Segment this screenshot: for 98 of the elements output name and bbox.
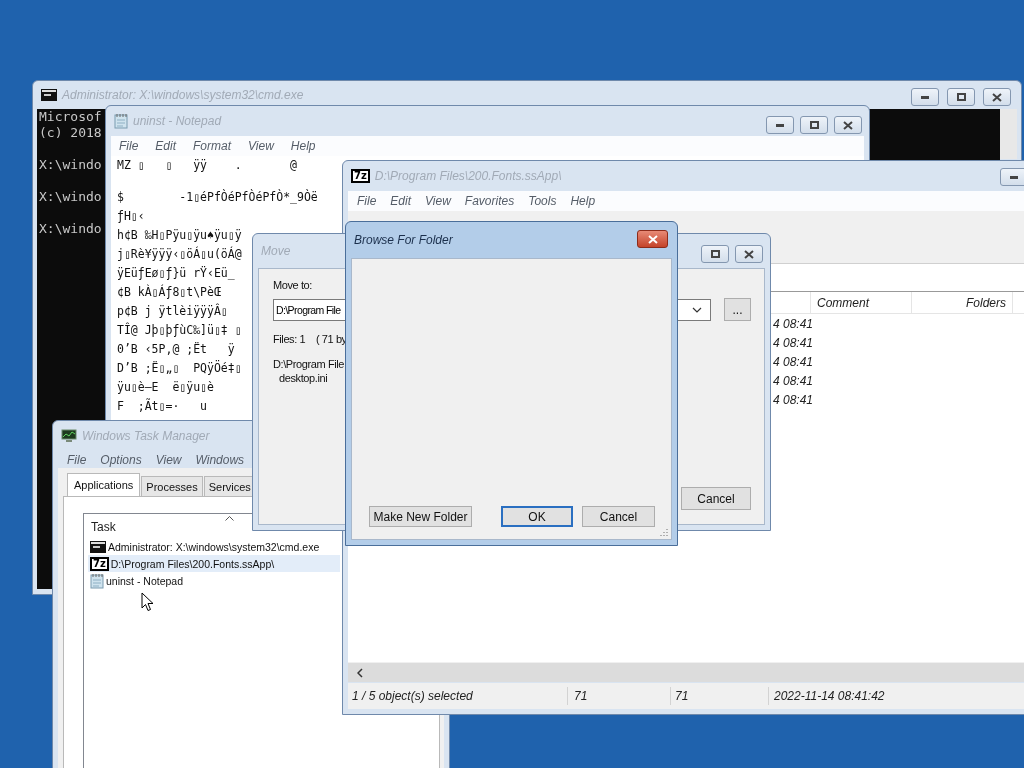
notepad-icon xyxy=(114,113,128,129)
close-button[interactable] xyxy=(637,230,668,248)
column-header[interactable]: Task xyxy=(91,518,116,534)
task-row[interactable]: 7z D:\Program Files\200.Fonts.ssApp\ xyxy=(88,555,340,572)
minimize-icon xyxy=(921,95,929,99)
table-cell: 4 08:41 xyxy=(773,335,814,350)
resize-grip-icon xyxy=(660,528,668,536)
table-cell: 4 08:41 xyxy=(773,354,814,369)
text-line: 0’B ‹5P,@ ;Ët ÿ xyxy=(117,341,235,358)
status-text: 2022-11-14 08:41:42 xyxy=(768,687,885,705)
text-line: D’B ;Ë▯„▯ PQÿÖé‡▯ xyxy=(117,359,242,377)
app-logo: 7z xyxy=(90,556,109,571)
text-line: h¢B ‰H▯Pÿu▯ÿu♠ÿu▯ÿ xyxy=(117,227,242,244)
menu-item[interactable]: File xyxy=(67,452,87,467)
task-row[interactable]: uninst - Notepad xyxy=(88,572,340,589)
sort-caret-icon xyxy=(224,516,234,521)
menu-item[interactable]: View xyxy=(155,452,182,467)
menu-item[interactable]: File xyxy=(357,194,377,208)
maximize-icon xyxy=(809,121,819,129)
minimize-icon xyxy=(1010,175,1018,179)
text-line: F ;Ãt▯=· u xyxy=(117,397,207,415)
maximize-button[interactable] xyxy=(947,88,975,106)
column-header[interactable]: Folders xyxy=(912,292,1013,313)
console-icon xyxy=(90,540,106,553)
notepad-icon xyxy=(90,572,104,589)
window-title: D:\Program Files\200.Fonts.ssApp\ xyxy=(374,169,562,183)
table-cell: 4 08:41 xyxy=(773,373,814,388)
table-cell: 4 08:41 xyxy=(773,392,814,407)
column-header[interactable]: Comment xyxy=(811,292,912,313)
pointer-cursor-icon xyxy=(141,592,154,612)
text-line: p¢B j ÿtlèiÿÿÿÂ▯ xyxy=(117,302,228,320)
table-cell: 4 08:41 xyxy=(773,316,814,331)
close-icon xyxy=(647,234,658,244)
horizontal-scrollbar[interactable] xyxy=(348,662,1024,682)
minimize-button[interactable] xyxy=(911,88,939,106)
chevron-down-icon xyxy=(692,306,702,313)
maximize-icon xyxy=(710,250,720,258)
text-line: $ -1▯éPfÒéPfÒéPfÒ*_9Òë xyxy=(117,188,318,206)
maximize-icon xyxy=(956,93,966,101)
browse-button[interactable]: ... xyxy=(724,298,751,321)
minimize-button[interactable] xyxy=(1000,168,1024,186)
console-line: X:\windo xyxy=(39,157,102,173)
console-icon xyxy=(41,89,57,101)
close-button[interactable] xyxy=(735,245,763,263)
window-title: Windows Task Manager xyxy=(82,429,210,443)
console-line: X:\windo xyxy=(39,221,102,237)
console-line: X:\windo xyxy=(39,189,102,205)
close-icon xyxy=(843,120,853,130)
text-line: ƒH▯‹ xyxy=(117,208,145,225)
menu-item[interactable]: File xyxy=(119,139,139,153)
window-title: Browse For Folder xyxy=(354,233,453,247)
source-path-text: D:\Program File xyxy=(273,357,346,371)
menu-item[interactable]: Help xyxy=(290,139,316,153)
app-logo: 7z xyxy=(351,169,370,183)
vertical-scrollbar[interactable] xyxy=(1000,109,1017,159)
status-text: 1 / 5 object(s) selected xyxy=(351,688,474,705)
maximize-button[interactable] xyxy=(800,116,828,134)
tab[interactable]: Processes xyxy=(141,476,203,496)
dialog-button[interactable]: Cancel xyxy=(582,506,655,527)
menu-item[interactable]: View xyxy=(425,194,451,208)
task-row[interactable]: Administrator: X:\windows\system32\cmd.exe xyxy=(88,538,340,555)
tab[interactable]: Applications xyxy=(67,473,141,496)
close-button[interactable] xyxy=(834,116,862,134)
minimize-icon xyxy=(776,123,784,127)
text-line: ÿu▯è—E ë▯ÿu▯è xyxy=(117,379,214,396)
menu-item[interactable]: Edit xyxy=(390,194,412,208)
source-path-text: desktop.ini xyxy=(278,371,329,385)
dialog-button[interactable]: Make New Folder xyxy=(369,506,472,527)
cancel-button[interactable]: Cancel xyxy=(681,487,751,510)
menu-item[interactable]: Favorites xyxy=(464,194,515,208)
minimize-button[interactable] xyxy=(766,116,794,134)
menu-item[interactable]: Tools xyxy=(528,194,557,208)
menu-item[interactable]: Options xyxy=(100,452,142,467)
menu-item[interactable]: Help xyxy=(570,194,596,208)
field-label: Move to: xyxy=(273,278,313,292)
console-line: Microsof xyxy=(39,109,102,125)
dialog-button[interactable]: OK xyxy=(501,506,573,527)
window-title: uninst - Notepad xyxy=(133,114,222,128)
menu-item[interactable]: View xyxy=(248,139,274,153)
text-line: j▯Rè¥ÿÿÿ‹▯öÁ▯u(öÁ@ xyxy=(117,245,242,263)
menu-item[interactable]: Edit xyxy=(155,139,177,153)
scroll-left-icon xyxy=(357,667,363,678)
menu-item[interactable]: Format xyxy=(193,139,232,153)
close-icon xyxy=(744,249,754,259)
status-text: 71 xyxy=(567,687,670,705)
monitor-icon xyxy=(61,429,77,443)
text-line: TÎ@ Jþ▯þƒùC‰]ü▯‡ ▯ xyxy=(117,321,242,339)
maximize-button[interactable] xyxy=(701,245,729,263)
text-line: ¢B kÀ▯Áƒ8▯t\PèŒ xyxy=(117,283,221,301)
close-button[interactable] xyxy=(983,88,1011,106)
console-line: (c) 2018 xyxy=(39,125,102,141)
window-title: Move xyxy=(261,244,291,258)
status-text: 71 xyxy=(670,687,768,705)
close-icon xyxy=(992,92,1002,102)
window-title: Administrator: X:\windows\system32\cmd.exe xyxy=(62,88,304,102)
menu-item[interactable]: Windows xyxy=(195,452,245,467)
text-line: ÿEüƒEø▯ƒ}ü rŸ‹Eü_ xyxy=(117,265,235,282)
text-line: MZ ▯ ▯ ÿÿ . @ xyxy=(117,157,297,174)
